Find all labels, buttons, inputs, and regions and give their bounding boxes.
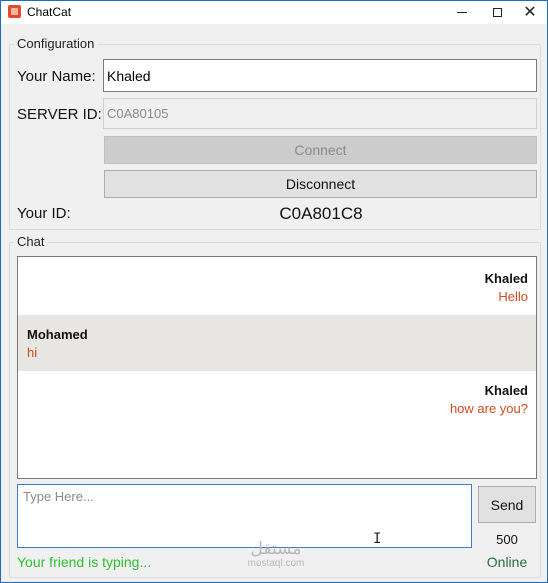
character-count: 500 — [496, 532, 518, 547]
message-sender: Khaled — [484, 271, 528, 286]
app-window: ChatCat ✕ Configuration Your Name: Khale… — [0, 0, 548, 583]
configuration-group-title: Configuration — [14, 36, 98, 51]
your-name-label: Your Name: — [17, 68, 96, 85]
chat-message: Mohamed hi — [18, 315, 536, 371]
message-sender: Khaled — [484, 383, 528, 398]
window-title: ChatCat — [27, 5, 72, 19]
send-button[interactable]: Send — [478, 486, 536, 523]
your-id-value: C0A801C8 — [279, 204, 363, 223]
watermark-logo: مستقل mostaql.com — [239, 539, 313, 569]
online-status: Online — [486, 554, 528, 570]
text-cursor-icon: I — [373, 531, 382, 547]
app-logo-icon — [8, 5, 21, 18]
disconnect-button[interactable]: Disconnect — [104, 170, 537, 198]
chat-message: Khaled how are you? — [18, 371, 536, 427]
typing-status: Your friend is typing... — [17, 554, 152, 570]
title-bar[interactable]: ChatCat ✕ — [1, 1, 547, 24]
minimize-button[interactable] — [445, 1, 479, 24]
server-id-input[interactable]: C0A80105 — [103, 98, 537, 129]
message-sender: Mohamed — [27, 327, 88, 342]
your-id-label: Your ID: — [17, 205, 71, 222]
close-icon: ✕ — [523, 3, 537, 21]
chat-group-title: Chat — [14, 234, 48, 249]
your-name-input[interactable]: Khaled — [103, 59, 537, 92]
chat-messages-list[interactable]: Khaled Hello Mohamed hi Khaled how are y… — [17, 256, 537, 479]
maximize-icon — [492, 8, 502, 17]
close-button[interactable]: ✕ — [513, 1, 547, 24]
message-text: how are you? — [449, 401, 528, 416]
chat-message: Khaled Hello — [18, 259, 536, 315]
message-text: Hello — [498, 289, 528, 304]
server-id-label: SERVER ID: — [17, 106, 102, 123]
message-text: hi — [27, 345, 38, 360]
watermark-latin: mostaql.com — [247, 558, 305, 569]
watermark-arabic: مستقل — [250, 539, 302, 559]
maximize-button[interactable] — [480, 1, 514, 24]
connect-button[interactable]: Connect — [104, 136, 537, 164]
minimize-icon — [457, 12, 467, 13]
